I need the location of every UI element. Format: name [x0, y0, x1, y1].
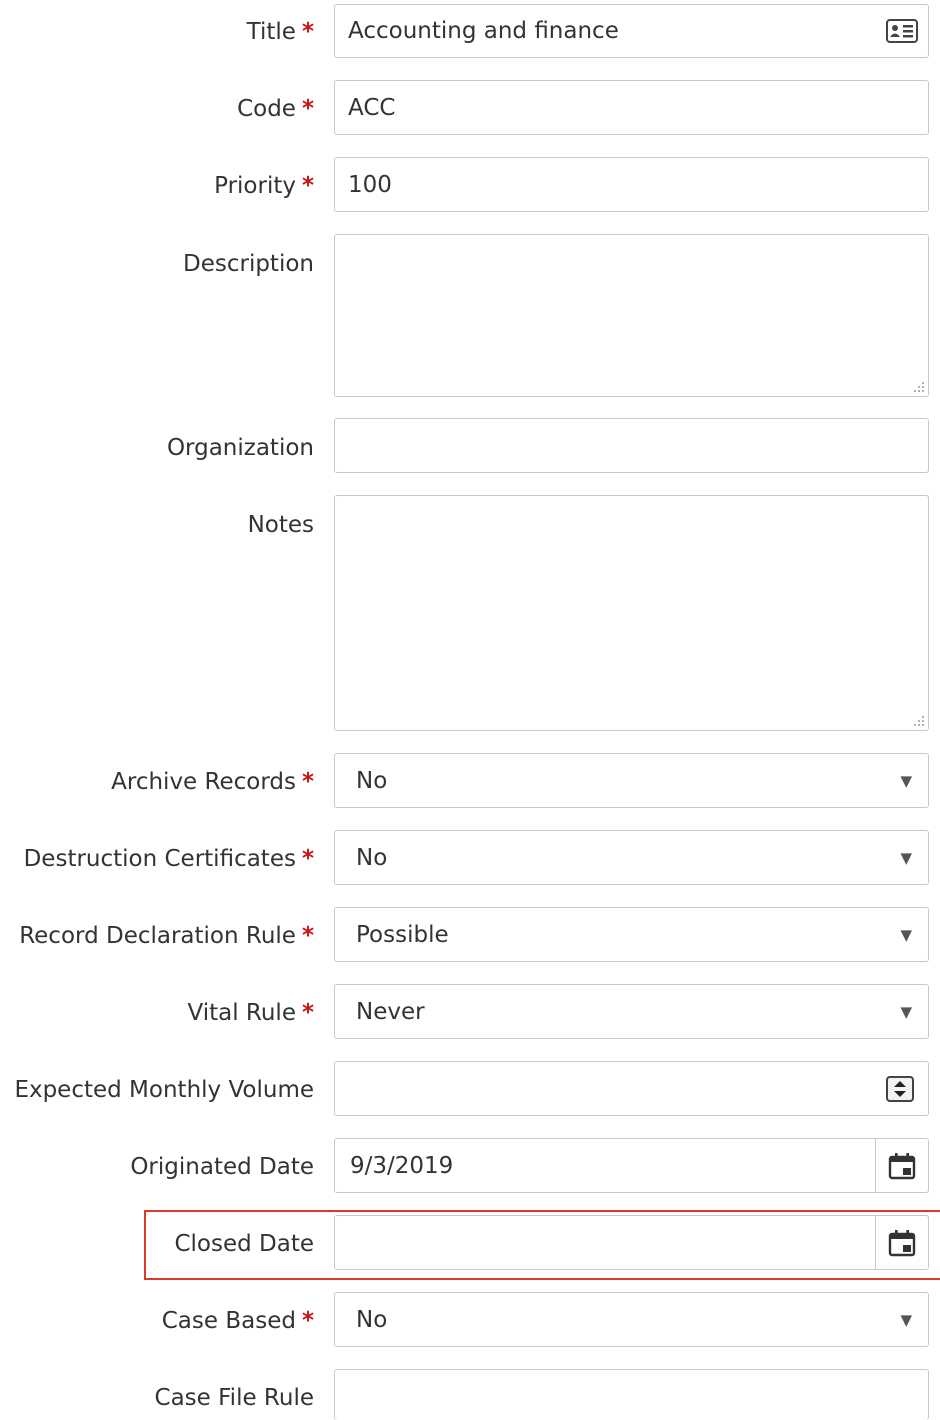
expected-monthly-volume-label-text: Expected Monthly Volume	[14, 1077, 314, 1103]
required-marker: *	[301, 96, 314, 122]
destruction-certificates-value: No	[356, 844, 388, 871]
vital-rule-select[interactable]: Never ▼	[334, 984, 929, 1039]
record-declaration-rule-label: Record Declaration Rule *	[19, 922, 314, 950]
calendar-icon	[888, 1229, 916, 1256]
record-declaration-rule-select[interactable]: Possible ▼	[334, 907, 929, 962]
dropdown-arrow-icon: ▼	[900, 925, 912, 944]
case-based-label: Case Based *	[162, 1307, 314, 1335]
closed-date-label-text: Closed Date	[174, 1231, 314, 1257]
vital-rule-label: Vital Rule *	[187, 999, 314, 1027]
originated-date-label: Originated Date	[130, 1153, 314, 1181]
required-marker: *	[301, 1000, 314, 1026]
code-input[interactable]: ACC	[334, 80, 929, 135]
archive-records-value: No	[356, 767, 388, 794]
contact-card-icon[interactable]	[886, 19, 918, 43]
title-input[interactable]: Accounting and finance	[334, 4, 929, 58]
notes-label-text: Notes	[247, 512, 314, 538]
dropdown-arrow-icon: ▼	[900, 848, 912, 867]
case-file-rule-label: Case File Rule	[155, 1384, 314, 1412]
organization-input[interactable]	[334, 418, 929, 473]
expected-monthly-volume-input[interactable]	[334, 1061, 929, 1116]
organization-label-text: Organization	[166, 435, 314, 461]
description-textarea[interactable]	[334, 234, 929, 397]
record-declaration-rule-label-text: Record Declaration Rule	[19, 923, 296, 949]
record-declaration-rule-value: Possible	[356, 921, 449, 948]
title-label: Title *	[247, 18, 314, 46]
expected-monthly-volume-label: Expected Monthly Volume	[14, 1076, 314, 1104]
code-label-text: Code	[237, 96, 296, 122]
closed-date-calendar-button[interactable]	[875, 1216, 928, 1269]
originated-date-label-text: Originated Date	[130, 1154, 314, 1180]
originated-date-input[interactable]: 9/3/2019	[334, 1138, 929, 1193]
description-label-text: Description	[183, 251, 314, 277]
required-marker: *	[301, 923, 314, 949]
originated-date-calendar-button[interactable]	[875, 1139, 928, 1192]
case-based-select[interactable]: No ▼	[334, 1292, 929, 1347]
priority-label: Priority *	[214, 172, 314, 200]
priority-value: 100	[348, 171, 392, 198]
notes-label: Notes	[248, 511, 314, 539]
organization-label: Organization	[167, 434, 314, 462]
title-value: Accounting and finance	[348, 18, 619, 44]
originated-date-value: 9/3/2019	[350, 1152, 454, 1179]
case-based-label-text: Case Based	[161, 1308, 296, 1334]
archive-records-select[interactable]: No ▼	[334, 753, 929, 808]
dropdown-arrow-icon: ▼	[900, 1310, 912, 1329]
required-marker: *	[301, 769, 314, 795]
notes-textarea[interactable]	[334, 495, 929, 731]
title-label-text: Title	[246, 19, 296, 45]
spinner-icon[interactable]	[885, 1075, 915, 1103]
closed-date-label: Closed Date	[174, 1230, 314, 1258]
case-based-value: No	[356, 1306, 388, 1333]
priority-label-text: Priority	[214, 173, 296, 199]
destruction-certificates-select[interactable]: No ▼	[334, 830, 929, 885]
closed-date-input[interactable]	[334, 1215, 929, 1270]
calendar-icon	[888, 1152, 916, 1179]
case-file-rule-label-text: Case File Rule	[154, 1385, 314, 1411]
vital-rule-label-text: Vital Rule	[187, 1000, 296, 1026]
priority-input[interactable]: 100	[334, 157, 929, 212]
dropdown-arrow-icon: ▼	[900, 771, 912, 790]
resize-grip-icon[interactable]	[913, 381, 925, 393]
required-marker: *	[301, 1308, 314, 1334]
required-marker: *	[301, 173, 314, 199]
required-marker: *	[301, 19, 314, 45]
required-marker: *	[301, 846, 314, 872]
destruction-certificates-label: Destruction Certificates *	[24, 845, 314, 873]
dropdown-arrow-icon: ▼	[900, 1002, 912, 1021]
description-label: Description	[183, 250, 314, 278]
destruction-certificates-label-text: Destruction Certificates	[23, 846, 296, 872]
code-value: ACC	[348, 94, 396, 121]
code-label: Code *	[237, 95, 314, 123]
archive-records-label: Archive Records *	[111, 768, 314, 796]
vital-rule-value: Never	[356, 998, 425, 1025]
archive-records-label-text: Archive Records	[111, 769, 296, 795]
resize-grip-icon[interactable]	[913, 715, 925, 727]
case-file-rule-input[interactable]	[334, 1369, 929, 1420]
